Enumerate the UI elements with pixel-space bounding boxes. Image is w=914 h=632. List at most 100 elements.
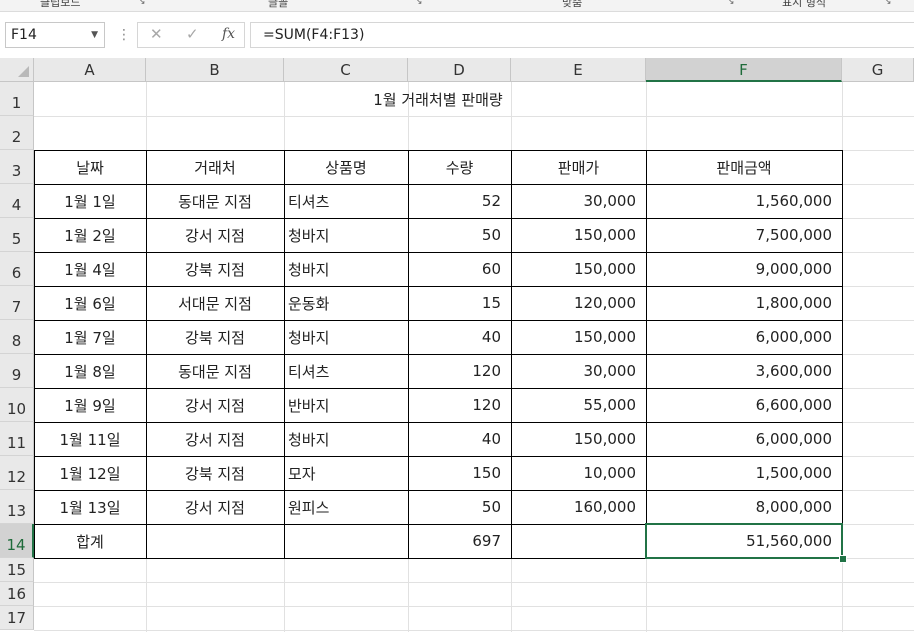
total-cell[interactable] xyxy=(284,524,408,558)
row-header-5[interactable]: 5 xyxy=(0,218,34,252)
table-cell[interactable]: 강서 지점 xyxy=(146,388,284,422)
table-cell[interactable]: 강서 지점 xyxy=(146,490,284,524)
table-cell[interactable]: 8,000,000 xyxy=(646,490,842,524)
table-cell[interactable]: 1월 6일 xyxy=(34,286,146,320)
row-header-16[interactable]: 16 xyxy=(0,582,34,606)
table-cell[interactable]: 6,000,000 xyxy=(646,320,842,354)
name-box[interactable]: F14 ▼ xyxy=(5,22,105,48)
row-header-17[interactable]: 17 xyxy=(0,606,34,630)
table-cell[interactable]: 30,000 xyxy=(511,354,646,388)
table-cell[interactable]: 강북 지점 xyxy=(146,252,284,286)
dialog-launcher-icon[interactable]: ↘ xyxy=(884,0,892,7)
column-label[interactable]: 판매금액 xyxy=(646,150,842,184)
column-header-d[interactable]: D xyxy=(408,58,511,82)
table-cell[interactable]: 40 xyxy=(408,422,511,456)
row-header-6[interactable]: 6 xyxy=(0,252,34,286)
row-header-8[interactable]: 8 xyxy=(0,320,34,354)
dialog-launcher-icon[interactable]: ↘ xyxy=(138,0,146,7)
column-header-g[interactable]: G xyxy=(842,58,914,82)
table-cell[interactable]: 1월 13일 xyxy=(34,490,146,524)
table-cell[interactable]: 1월 1일 xyxy=(34,184,146,218)
row-header-12[interactable]: 12 xyxy=(0,456,34,490)
table-cell[interactable]: 1월 8일 xyxy=(34,354,146,388)
table-cell[interactable]: 150,000 xyxy=(511,422,646,456)
enter-icon[interactable]: ✓ xyxy=(186,25,199,43)
table-cell[interactable]: 150,000 xyxy=(511,218,646,252)
table-cell[interactable]: 6,600,000 xyxy=(646,388,842,422)
table-cell[interactable]: 청바지 xyxy=(284,320,408,354)
formula-input[interactable]: =SUM(F4:F13) xyxy=(250,22,914,48)
table-cell[interactable]: 150 xyxy=(408,456,511,490)
table-cell[interactable]: 원피스 xyxy=(284,490,408,524)
column-header-c[interactable]: C xyxy=(284,58,408,82)
table-cell[interactable]: 50 xyxy=(408,490,511,524)
insert-function-icon[interactable]: fx xyxy=(222,26,235,42)
table-cell[interactable]: 1,560,000 xyxy=(646,184,842,218)
table-cell[interactable]: 7,500,000 xyxy=(646,218,842,252)
column-label[interactable]: 날짜 xyxy=(34,150,146,184)
table-cell[interactable]: 동대문 지점 xyxy=(146,184,284,218)
row-header-7[interactable]: 7 xyxy=(0,286,34,320)
column-header-b[interactable]: B xyxy=(146,58,284,82)
table-cell[interactable]: 청바지 xyxy=(284,252,408,286)
table-cell[interactable]: 30,000 xyxy=(511,184,646,218)
table-cell[interactable]: 강북 지점 xyxy=(146,456,284,490)
table-cell[interactable]: 60 xyxy=(408,252,511,286)
row-header-11[interactable]: 11 xyxy=(0,422,34,456)
table-cell[interactable]: 티셔츠 xyxy=(284,354,408,388)
column-header-e[interactable]: E xyxy=(511,58,646,82)
table-cell[interactable]: 1월 4일 xyxy=(34,252,146,286)
table-cell[interactable]: 6,000,000 xyxy=(646,422,842,456)
column-header-a[interactable]: A xyxy=(34,58,146,82)
table-cell[interactable]: 청바지 xyxy=(284,422,408,456)
total-label[interactable]: 합계 xyxy=(34,524,146,558)
table-cell[interactable]: 120 xyxy=(408,388,511,422)
table-cell[interactable]: 1월 9일 xyxy=(34,388,146,422)
table-cell[interactable]: 반바지 xyxy=(284,388,408,422)
fill-handle[interactable] xyxy=(839,555,847,563)
row-header-9[interactable]: 9 xyxy=(0,354,34,388)
total-cell[interactable]: 697 xyxy=(408,524,511,558)
table-cell[interactable]: 모자 xyxy=(284,456,408,490)
row-header-4[interactable]: 4 xyxy=(0,184,34,218)
table-cell[interactable]: 서대문 지점 xyxy=(146,286,284,320)
row-header-3[interactable]: 3 xyxy=(0,150,34,184)
row-header-14[interactable]: 14 xyxy=(0,524,34,558)
table-cell[interactable]: 9,000,000 xyxy=(646,252,842,286)
table-cell[interactable]: 강북 지점 xyxy=(146,320,284,354)
column-label[interactable]: 판매가 xyxy=(511,150,646,184)
row-header-1[interactable]: 1 xyxy=(0,82,34,116)
table-cell[interactable]: 1,500,000 xyxy=(646,456,842,490)
table-cell[interactable]: 160,000 xyxy=(511,490,646,524)
table-cell[interactable]: 1,800,000 xyxy=(646,286,842,320)
table-cell[interactable]: 150,000 xyxy=(511,320,646,354)
dialog-launcher-icon[interactable]: ↘ xyxy=(727,0,735,7)
table-cell[interactable]: 50 xyxy=(408,218,511,252)
table-cell[interactable]: 1월 2일 xyxy=(34,218,146,252)
worksheet-grid[interactable]: A B C D E F G 1 2 3 4 5 6 7 8 9 10 11 12 13 14 15 16 17 1월 거래처별 … xyxy=(0,58,914,632)
table-cell[interactable]: 15 xyxy=(408,286,511,320)
column-label[interactable]: 거래처 xyxy=(146,150,284,184)
cancel-icon[interactable]: ✕ xyxy=(150,25,163,43)
table-cell[interactable]: 150,000 xyxy=(511,252,646,286)
row-header-13[interactable]: 13 xyxy=(0,490,34,524)
table-cell[interactable]: 1월 12일 xyxy=(34,456,146,490)
table-cell[interactable]: 120,000 xyxy=(511,286,646,320)
table-cell[interactable]: 3,600,000 xyxy=(646,354,842,388)
total-cell[interactable] xyxy=(146,524,284,558)
table-cell[interactable]: 강서 지점 xyxy=(146,422,284,456)
table-cell[interactable]: 120 xyxy=(408,354,511,388)
column-label[interactable]: 상품명 xyxy=(284,150,408,184)
table-cell[interactable]: 52 xyxy=(408,184,511,218)
table-cell[interactable]: 동대문 지점 xyxy=(146,354,284,388)
total-cell[interactable] xyxy=(511,524,646,558)
row-header-2[interactable]: 2 xyxy=(0,116,34,150)
table-cell[interactable]: 10,000 xyxy=(511,456,646,490)
dropdown-arrow-icon[interactable]: ▼ xyxy=(91,23,98,47)
table-cell[interactable]: 1월 7일 xyxy=(34,320,146,354)
table-cell[interactable]: 티셔츠 xyxy=(284,184,408,218)
table-cell[interactable]: 청바지 xyxy=(284,218,408,252)
table-cell[interactable]: 1월 11일 xyxy=(34,422,146,456)
table-cell[interactable]: 운동화 xyxy=(284,286,408,320)
column-label[interactable]: 수량 xyxy=(408,150,511,184)
